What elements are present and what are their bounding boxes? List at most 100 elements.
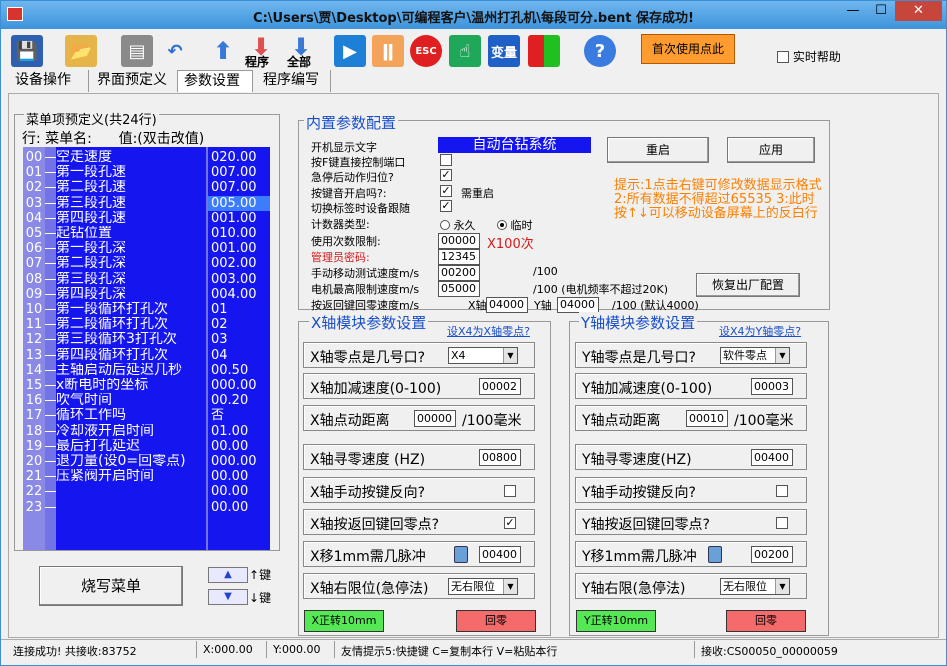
y-return-home-checkbox[interactable] [776,517,788,529]
menu-row-name[interactable]: 循环工作吗 [56,408,206,423]
menu-row-value[interactable]: 001.00 [208,211,270,226]
tab-program-write[interactable]: 程序编写 [257,70,331,92]
x-forward-button[interactable]: X正转10mm [304,610,384,632]
menu-row-name[interactable]: 吹气时间 [56,393,206,408]
menu-row-value[interactable]: 04 [208,348,270,363]
restart-button[interactable]: 重启 [607,137,709,163]
x-zero-port-select[interactable]: X4 ▼ [448,347,518,364]
run-icon[interactable]: ▶ [334,35,366,67]
y-forward-button[interactable]: Y正转10mm [576,610,656,632]
menu-name-column[interactable]: 空走速度 第一段孔速 第二段孔速 第三段孔速 第四段孔速 起钻位置 第一段孔深 第二段孔深 第三… [56,147,206,550]
menu-row-name[interactable]: 退刀量(设0=回零点) [56,454,206,469]
return-y-input[interactable]: 04000 [557,297,599,313]
move-down-button[interactable]: ▼ [208,589,248,605]
x-limit-select[interactable]: 无右限位 ▼ [448,578,518,595]
color-palette-icon[interactable] [528,35,560,67]
menu-row-name[interactable]: 第四段孔速 [56,211,206,226]
admin-password-input[interactable]: 12345 [438,249,480,265]
switch-follow-checkbox[interactable]: ✓ [440,200,452,212]
factory-reset-button[interactable]: 恢复出厂配置 [696,273,800,297]
menu-row-value[interactable]: 007.00 [208,165,270,180]
key-sound-checkbox[interactable]: ✓ [440,185,452,197]
y-accel-input[interactable]: 00003 [751,378,793,395]
menu-row-value[interactable]: 否 [208,408,270,423]
estop-checkbox[interactable]: ✓ [440,169,452,181]
menu-row-name[interactable]: 第三段孔深 [56,272,206,287]
radio-temp[interactable] [497,220,507,230]
calculator-icon[interactable] [454,546,468,563]
menu-row-value[interactable]: 001.00 [208,241,270,256]
x-axis-zero-link[interactable]: 设X4为X轴零点? [447,323,530,339]
menu-row-value[interactable]: 007.00 [208,180,270,195]
menu-row-name[interactable]: 第四段循环打孔次 [56,348,206,363]
chevron-down-icon[interactable]: ▼ [503,579,517,594]
usage-limit-input[interactable]: 00000 [438,233,480,249]
menu-row-name[interactable]: 第四段孔深 [56,287,206,302]
menu-row-value[interactable]: 000.00 [208,454,270,469]
upload-arrow-icon[interactable]: ⬆ [207,35,239,67]
menu-value-column[interactable]: 020.00 007.00 007.00 005.00 001.00 010.00 001.… [208,147,270,550]
menu-row-name[interactable]: 第二段孔速 [56,180,206,195]
menu-row-name[interactable] [56,500,206,515]
menu-row-name[interactable]: 第三段循环3打孔次 [56,332,206,347]
move-up-button[interactable]: ▲ [208,567,248,583]
x-jog-input[interactable]: 00000 [414,410,456,427]
menu-row-value[interactable]: 004.00 [208,287,270,302]
tab-ui-predefine[interactable]: 界面预定义 [91,70,179,92]
menu-row-name[interactable]: 起钻位置 [56,226,206,241]
menu-row-name[interactable]: 冷却液开启时间 [56,424,206,439]
y-home-speed-input[interactable]: 00400 [751,449,793,466]
motor-max-input[interactable]: 05000 [438,281,480,297]
counter-permanent-radio[interactable]: 永久 [440,217,476,233]
tab-parameters[interactable]: 参数设置 [177,70,253,92]
counter-temp-radio[interactable]: 临时 [497,217,533,233]
return-x-input[interactable]: 04000 [486,297,528,313]
help-icon[interactable]: ? [584,35,616,67]
y-manual-reverse-checkbox[interactable] [776,485,788,497]
realtime-help-box[interactable] [777,50,789,63]
menu-row-value[interactable]: 020.00 [208,150,270,165]
undo-icon[interactable]: ↶ [159,35,191,67]
menu-row-name[interactable]: 第一段孔速 [56,165,206,180]
menu-row-value[interactable]: 00.20 [208,393,270,408]
menu-row-value[interactable]: 002.00 [208,256,270,271]
menu-row-value[interactable]: 00.00 [208,469,270,484]
x-home-button[interactable]: 回零 [456,610,536,632]
y-pulse-input[interactable]: 00200 [751,546,793,563]
boot-text-field[interactable]: 自动台钻系统 [438,137,591,153]
menu-row-name[interactable]: 最后打孔延迟 [56,439,206,454]
menu-row-name[interactable]: 第三段孔速 [56,196,206,211]
touch-icon[interactable]: ☝ [449,35,481,67]
menu-row-value[interactable]: 000.00 [208,378,270,393]
chevron-down-icon[interactable]: ▼ [775,348,789,363]
x-pulse-input[interactable]: 00400 [479,546,521,563]
menu-row-name[interactable]: 空走速度 [56,150,206,165]
menu-row-value[interactable]: 003.00 [208,272,270,287]
esc-icon[interactable]: ESC [410,35,442,67]
manual-speed-input[interactable]: 00200 [438,265,480,281]
y-jog-input[interactable]: 00010 [686,410,728,427]
menu-row-name[interactable]: 第二段循环打孔次 [56,317,206,332]
menu-row-name[interactable] [56,484,206,499]
menu-row-value[interactable]: 00.00 [208,484,270,499]
x-return-home-checkbox[interactable]: ✓ [504,517,516,529]
menu-row-name[interactable]: 第一段循环打孔次 [56,302,206,317]
y-limit-select[interactable]: 无右限位 ▼ [720,578,790,595]
menu-row-value[interactable]: 010.00 [208,226,270,241]
menu-row-value[interactable]: 00.50 [208,363,270,378]
apply-button[interactable]: 应用 [727,137,815,163]
menu-row-value[interactable]: 02 [208,317,270,332]
minimize-button[interactable]: — [839,1,867,21]
pause-icon[interactable]: ǁ [372,35,404,67]
y-zero-port-select[interactable]: 软件零点 ▼ [720,347,790,364]
first-use-button[interactable]: 首次使用点此 [641,34,735,64]
x-accel-input[interactable]: 00002 [479,378,521,395]
menu-row-value[interactable]: 01 [208,302,270,317]
calculator-icon[interactable] [708,546,722,563]
radio-permanent[interactable] [440,220,450,230]
variable-icon[interactable]: 变量 [488,35,520,67]
menu-row-name[interactable]: 主轴启动后延迟几秒 [56,363,206,378]
x-manual-reverse-checkbox[interactable] [504,485,516,497]
menu-row-name[interactable]: 第一段孔深 [56,241,206,256]
chevron-down-icon[interactable]: ▼ [775,579,789,594]
